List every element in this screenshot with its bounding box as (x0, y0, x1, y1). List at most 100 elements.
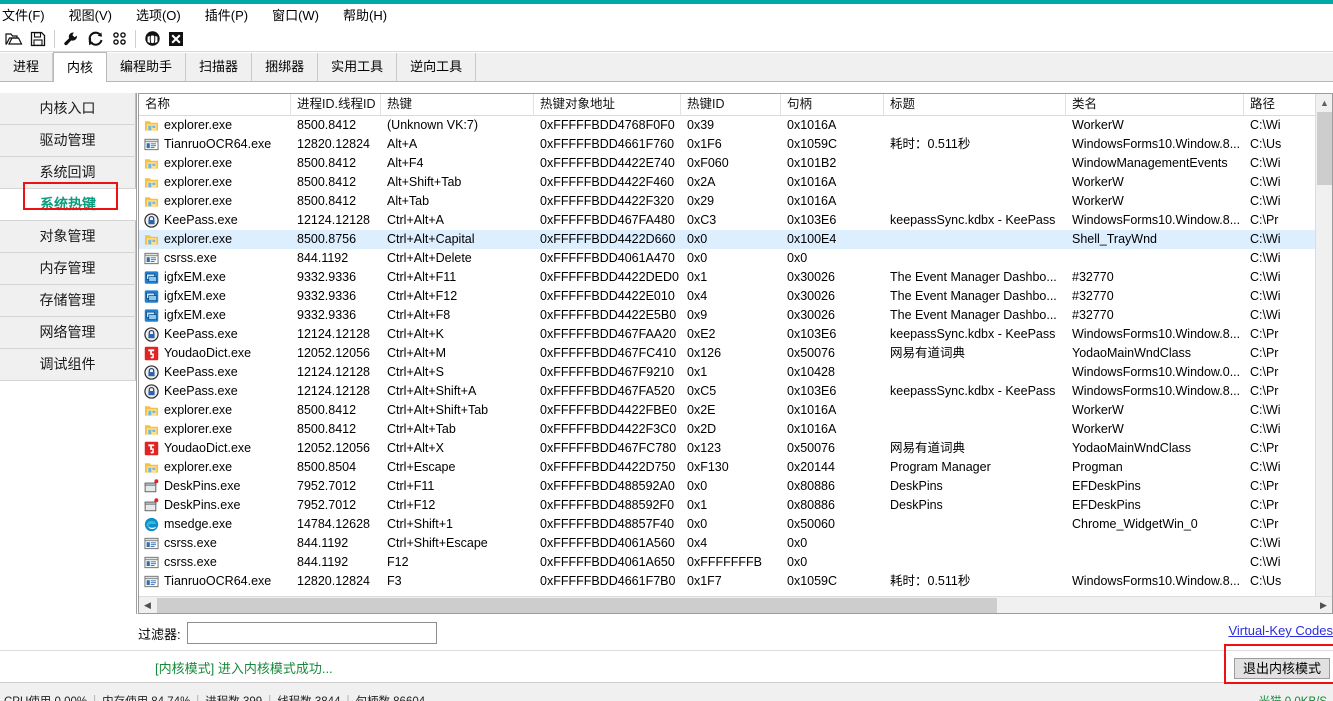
table-row[interactable]: DeskPins.exe 7952.7012 Ctrl+F11 0xFFFFFBDD4… (139, 477, 1315, 496)
process-name-label: explorer.exe (164, 422, 233, 436)
column-header-7[interactable]: 类名 (1066, 94, 1244, 116)
cell-hkid: 0x2E (687, 403, 716, 417)
status-separator: | (93, 695, 97, 701)
column-header-3[interactable]: 热键对象地址 (534, 94, 681, 116)
table-row[interactable]: explorer.exe 8500.8756 Ctrl+Alt+Capital 0xF… (139, 230, 1315, 249)
grid-apps-icon[interactable] (107, 27, 131, 51)
horizontal-scrollbar[interactable]: ◀ ▶ (139, 596, 1332, 613)
table-row[interactable]: explorer.exe 8500.8412 Alt+Tab 0xFFFFFBDD44… (139, 192, 1315, 211)
menu-item-plugins[interactable]: 插件(P) (193, 3, 260, 27)
table-row[interactable]: explorer.exe 8500.8504 Ctrl+Escape 0xFFFFFB… (139, 458, 1315, 477)
window-icon (144, 575, 159, 588)
menu-item-file[interactable]: 文件(F) (0, 3, 57, 27)
table-row[interactable]: KeePass.exe 12124.12128 Ctrl+Alt+A 0xFFFFFB… (139, 211, 1315, 230)
cell-addr: 0xFFFFFBDD467FA480 (540, 213, 675, 227)
monitor-icon (144, 290, 159, 303)
table-row[interactable]: TianruoOCR64.exe 12820.12824 Alt+A 0xFFFFFB… (139, 135, 1315, 154)
sidebar-item-memory-manage[interactable]: 内存管理 (0, 253, 136, 285)
process-name-label: YoudaoDict.exe (164, 346, 252, 360)
table-row[interactable]: msedge.exe 14784.12628 Ctrl+Shift+1 0xFFFFF… (139, 515, 1315, 534)
cell-addr: 0xFFFFFBDD4768F0F0 (540, 118, 675, 132)
sidebar-item-network-manage[interactable]: 网络管理 (0, 317, 136, 349)
cell-class: Chrome_WidgetWin_0 (1072, 517, 1198, 531)
menu-item-window[interactable]: 窗口(W) (260, 3, 331, 27)
tab-kernel[interactable]: 内核 (53, 52, 108, 82)
column-header-label: 类名 (1072, 97, 1098, 111)
sidebar-item-system-callback[interactable]: 系统回调 (0, 157, 136, 189)
sidebar-item-object-manage[interactable]: 对象管理 (0, 221, 136, 253)
column-header-2[interactable]: 热键 ⌃ (381, 94, 534, 116)
table-row[interactable]: explorer.exe 8500.8412 (Unknown VK:7) 0xFFF… (139, 116, 1315, 135)
cell-hkid: 0x1 (687, 270, 708, 284)
table-row[interactable]: igfxEM.exe 9332.9336 Ctrl+Alt+F12 0xFFFFFBD… (139, 287, 1315, 306)
cell-class: #32770 (1072, 289, 1114, 303)
scroll-up-icon[interactable]: ▲ (1316, 94, 1332, 111)
cell-handle: 0x0 (787, 536, 808, 550)
table-row[interactable]: explorer.exe 8500.8412 Alt+F4 0xFFFFFBDD442… (139, 154, 1315, 173)
column-header-0[interactable]: 名称 (139, 94, 291, 116)
folder-icon (144, 406, 159, 416)
cell-title: The Event Manager Dashbo... (890, 270, 1057, 284)
cell-name: KeePass.exe (139, 211, 291, 230)
process-name-label: KeePass.exe (164, 365, 238, 379)
table-row[interactable]: KeePass.exe 12124.12128 Ctrl+Alt+Shift+A 0x… (139, 382, 1315, 401)
filter-input[interactable] (186, 622, 437, 644)
tab-utilities[interactable]: 实用工具 (318, 53, 398, 81)
cell-addr: 0xFFFFFBDD4061A560 (540, 536, 675, 550)
horizontal-scroll-thumb[interactable] (157, 598, 997, 613)
cell-title: 耗时：0.511秒 (890, 137, 971, 151)
table-row[interactable]: csrss.exe 844.1192 Ctrl+Alt+Delete 0xFFFFFB… (139, 249, 1315, 268)
close-x-icon[interactable] (164, 27, 188, 51)
cell-path: C:\Pr (1250, 346, 1279, 360)
table-row[interactable]: TianruoOCR64.exe 12820.12824 F3 0xFFFFFBDD4… (139, 572, 1315, 591)
table-row[interactable]: igfxEM.exe 9332.9336 Ctrl+Alt+F11 0xFFFFFBD… (139, 268, 1315, 287)
cell-path: C:\Wi (1250, 251, 1281, 265)
cell-hotkey: Ctrl+Shift+Escape (387, 536, 488, 550)
cell-class: WindowsForms10.Window.8... (1072, 213, 1241, 227)
table-row[interactable]: explorer.exe 8500.8412 Alt+Shift+Tab 0xFFFF… (139, 173, 1315, 192)
sidebar-item-kernel-entry[interactable]: 内核入口 (0, 93, 136, 125)
table-row[interactable]: KeePass.exe 12124.12128 Ctrl+Alt+S 0xFFFFFB… (139, 363, 1315, 382)
scroll-right-icon[interactable]: ▶ (1315, 597, 1332, 613)
tab-process[interactable]: 进程 (0, 53, 54, 81)
cell-addr: 0xFFFFFBDD4422F320 (540, 194, 675, 208)
table-row[interactable]: DeskPins.exe 7952.7012 Ctrl+F12 0xFFFFFBDD4… (139, 496, 1315, 515)
vertical-scroll-thumb[interactable] (1317, 112, 1332, 185)
table-row[interactable]: igfxEM.exe 9332.9336 Ctrl+Alt+F8 0xFFFFFBDD… (139, 306, 1315, 325)
exit-kernel-mode-button[interactable]: 退出内核模式 (1233, 658, 1330, 679)
sidebar-item-storage-manage[interactable]: 存储管理 (0, 285, 136, 317)
sidebar-item-driver-manage[interactable]: 驱动管理 (0, 125, 136, 157)
table-row[interactable]: YoudaoDict.exe 12052.12056 Ctrl+Alt+M 0xFFF… (139, 344, 1315, 363)
vertical-scrollbar[interactable]: ▲ ▼ (1315, 94, 1332, 613)
cell-hkid: 0xF130 (687, 460, 729, 474)
process-name-label: TianruoOCR64.exe (164, 137, 272, 151)
tab-binder[interactable]: 捆绑器 (252, 53, 319, 81)
table-row[interactable]: csrss.exe 844.1192 F12 0xFFFFFBDD4061A650 0x… (139, 553, 1315, 572)
cell-path: C:\Wi (1250, 156, 1281, 170)
menu-item-help[interactable]: 帮助(H) (331, 3, 399, 27)
table-row[interactable]: explorer.exe 8500.8412 Ctrl+Alt+Tab 0xFFFFF… (139, 420, 1315, 439)
list-header-row: 名称 进程ID.线程ID 热键 ⌃ 热键对象地址 热键ID 句柄 标题 类名 路径 (139, 94, 1332, 116)
menu-item-view[interactable]: 视图(V) (57, 3, 124, 27)
sidebar-item-debug-component[interactable]: 调试组件 (0, 349, 136, 381)
column-header-5[interactable]: 句柄 (781, 94, 884, 116)
table-row[interactable]: csrss.exe 844.1192 Ctrl+Shift+Escape 0xFFFF… (139, 534, 1315, 553)
scroll-left-icon[interactable]: ◀ (139, 597, 156, 613)
virtual-key-codes-link[interactable]: Virtual-Key Codes (1228, 623, 1333, 638)
save-floppy-icon[interactable] (26, 27, 50, 51)
table-row[interactable]: YoudaoDict.exe 12052.12056 Ctrl+Alt+X 0xFFF… (139, 439, 1315, 458)
menu-item-options[interactable]: 选项(O) (124, 3, 193, 27)
table-row[interactable]: explorer.exe 8500.8412 Ctrl+Alt+Shift+Tab 0… (139, 401, 1315, 420)
refresh-icon[interactable] (83, 27, 107, 51)
shield-globe-icon[interactable] (140, 27, 164, 51)
tab-reverse-tools[interactable]: 逆向工具 (397, 53, 477, 81)
tab-scanner[interactable]: 扫描器 (186, 53, 253, 81)
table-row[interactable]: KeePass.exe 12124.12128 Ctrl+Alt+K 0xFFFFFB… (139, 325, 1315, 344)
column-header-4[interactable]: 热键ID (681, 94, 781, 116)
open-folder-icon[interactable] (2, 27, 26, 51)
column-header-1[interactable]: 进程ID.线程ID (291, 94, 381, 116)
wrench-icon[interactable] (59, 27, 83, 51)
sidebar-item-system-hotkey[interactable]: 系统热键 (0, 189, 136, 221)
tab-coding-assistant[interactable]: 编程助手 (107, 53, 187, 81)
column-header-6[interactable]: 标题 (884, 94, 1066, 116)
